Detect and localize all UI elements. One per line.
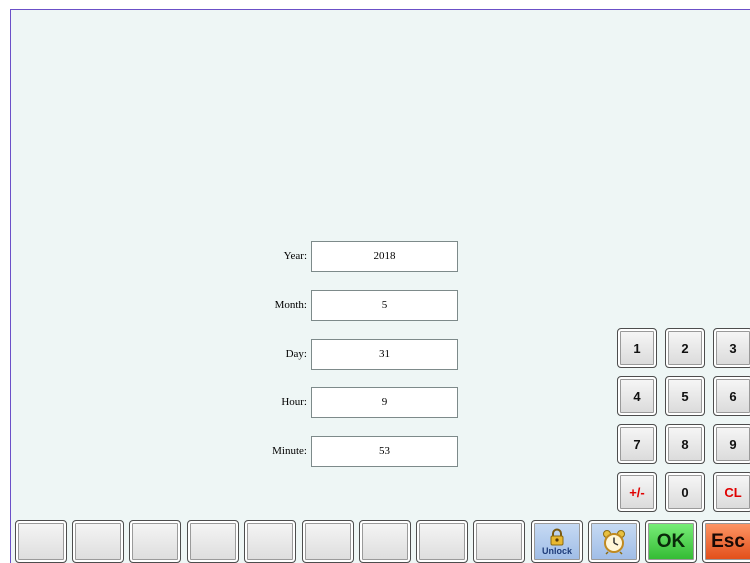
hour-label: Hour: <box>281 396 307 408</box>
unlock-button[interactable]: Unlock <box>531 520 583 563</box>
key-7[interactable]: 7 <box>617 424 657 464</box>
key-6[interactable]: 6 <box>713 376 750 416</box>
toolbar-button-7[interactable] <box>359 520 411 563</box>
alarm-clock-icon <box>603 529 625 555</box>
toolbar-button-8[interactable] <box>416 520 468 563</box>
toolbar-button-5[interactable] <box>244 520 296 563</box>
key-1[interactable]: 1 <box>617 328 657 368</box>
sign-toggle-key[interactable]: +/- <box>617 472 657 512</box>
key-9[interactable]: 9 <box>713 424 750 464</box>
key-8[interactable]: 8 <box>665 424 705 464</box>
key-2[interactable]: 2 <box>665 328 705 368</box>
toolbar-button-2[interactable] <box>72 520 124 563</box>
day-field[interactable]: 31 <box>311 339 458 370</box>
padlock-icon <box>550 528 564 545</box>
toolbar-button-6[interactable] <box>302 520 354 563</box>
esc-button[interactable]: Esc <box>702 520 750 563</box>
minute-field[interactable]: 53 <box>311 436 458 467</box>
month-label: Month: <box>274 299 307 311</box>
ok-button[interactable]: OK <box>645 520 697 563</box>
day-label: Day: <box>285 348 307 360</box>
key-4[interactable]: 4 <box>617 376 657 416</box>
clear-key[interactable]: CL <box>713 472 750 512</box>
toolbar-button-4[interactable] <box>187 520 239 563</box>
unlock-label: Unlock <box>541 545 572 556</box>
toolbar-button-9[interactable] <box>473 520 525 563</box>
toolbar-button-3[interactable] <box>129 520 181 563</box>
month-field[interactable]: 5 <box>311 290 458 321</box>
key-3[interactable]: 3 <box>713 328 750 368</box>
key-5[interactable]: 5 <box>665 376 705 416</box>
clock-button[interactable] <box>588 520 640 563</box>
hour-field[interactable]: 9 <box>311 387 458 418</box>
year-field[interactable]: 2018 <box>311 241 458 272</box>
year-label: Year: <box>283 250 307 262</box>
key-0[interactable]: 0 <box>665 472 705 512</box>
toolbar-button-1[interactable] <box>15 520 67 563</box>
minute-label: Minute: <box>272 445 307 457</box>
